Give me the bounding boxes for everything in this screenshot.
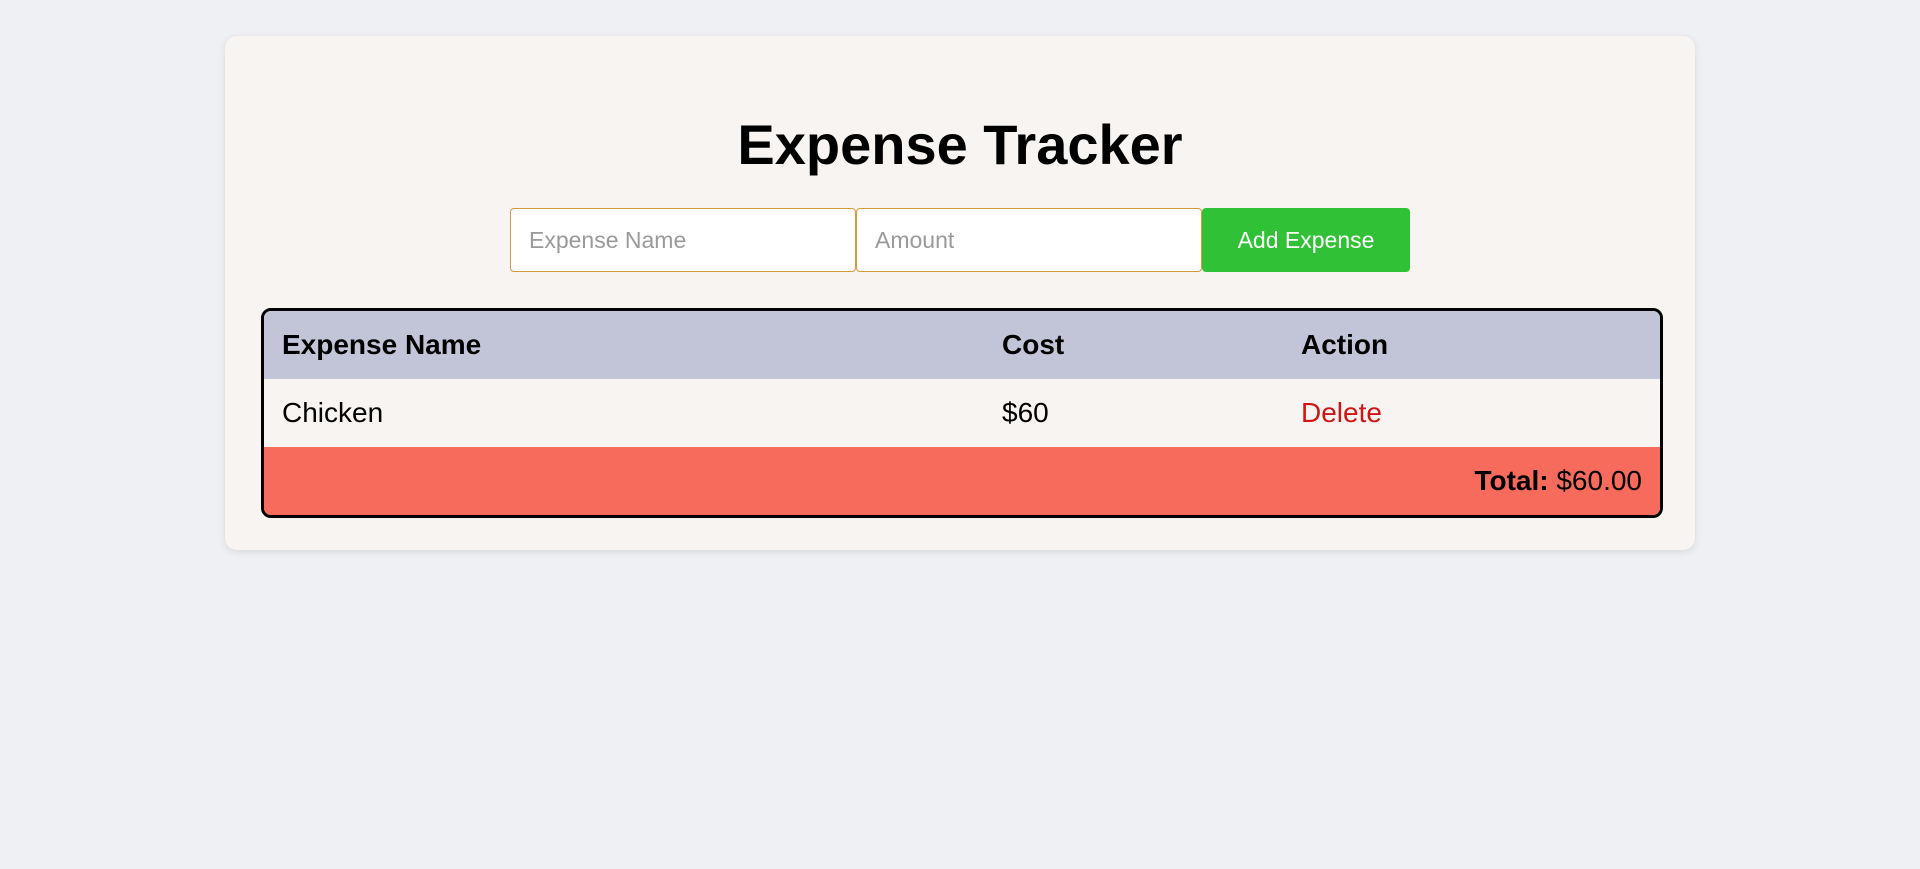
expense-name-cell: Chicken — [282, 397, 384, 428]
expense-tracker-card: Expense Tracker Add Expense Expense Name… — [225, 36, 1695, 550]
table-row: Chicken $60 Delete — [264, 379, 1660, 447]
expense-name-input[interactable] — [510, 208, 856, 272]
total-row: Total: $60.00 — [264, 447, 1660, 515]
expense-action-cell: Delete — [1283, 379, 1660, 447]
amount-input[interactable] — [856, 208, 1202, 272]
header-cost: Cost — [1002, 329, 1065, 360]
total-cell: Total: $60.00 — [264, 447, 1660, 515]
add-expense-form: Add Expense — [510, 208, 1410, 272]
total-value: $60.00 — [1556, 465, 1642, 496]
table-header-row: Expense Name Cost Action — [264, 311, 1660, 379]
header-expense-name: Expense Name — [282, 329, 482, 360]
add-expense-button[interactable]: Add Expense — [1202, 208, 1410, 272]
total-label: Total: — [1474, 465, 1549, 496]
page-title: Expense Tracker — [737, 113, 1183, 176]
header-action: Action — [1301, 329, 1389, 360]
expense-cost-cell: $60 — [1002, 397, 1049, 428]
delete-button[interactable]: Delete — [1301, 397, 1382, 428]
expense-table: Expense Name Cost Action Chicken $60 Del… — [261, 308, 1663, 518]
